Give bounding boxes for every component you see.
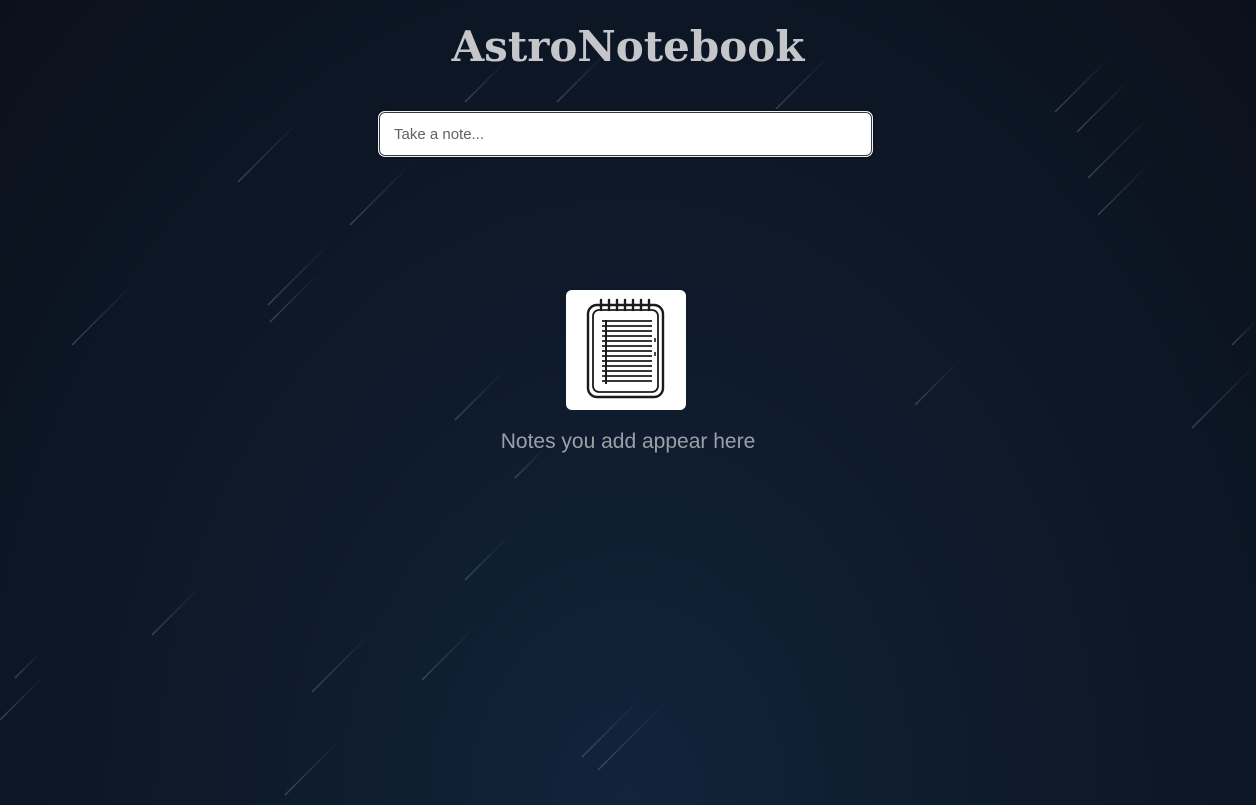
notepad-icon [586, 298, 665, 399]
note-input[interactable] [378, 111, 873, 157]
empty-state-message: Notes you add appear here [500, 430, 756, 453]
app-title: AstroNotebook [451, 22, 805, 71]
empty-state-icon-box [566, 290, 686, 410]
